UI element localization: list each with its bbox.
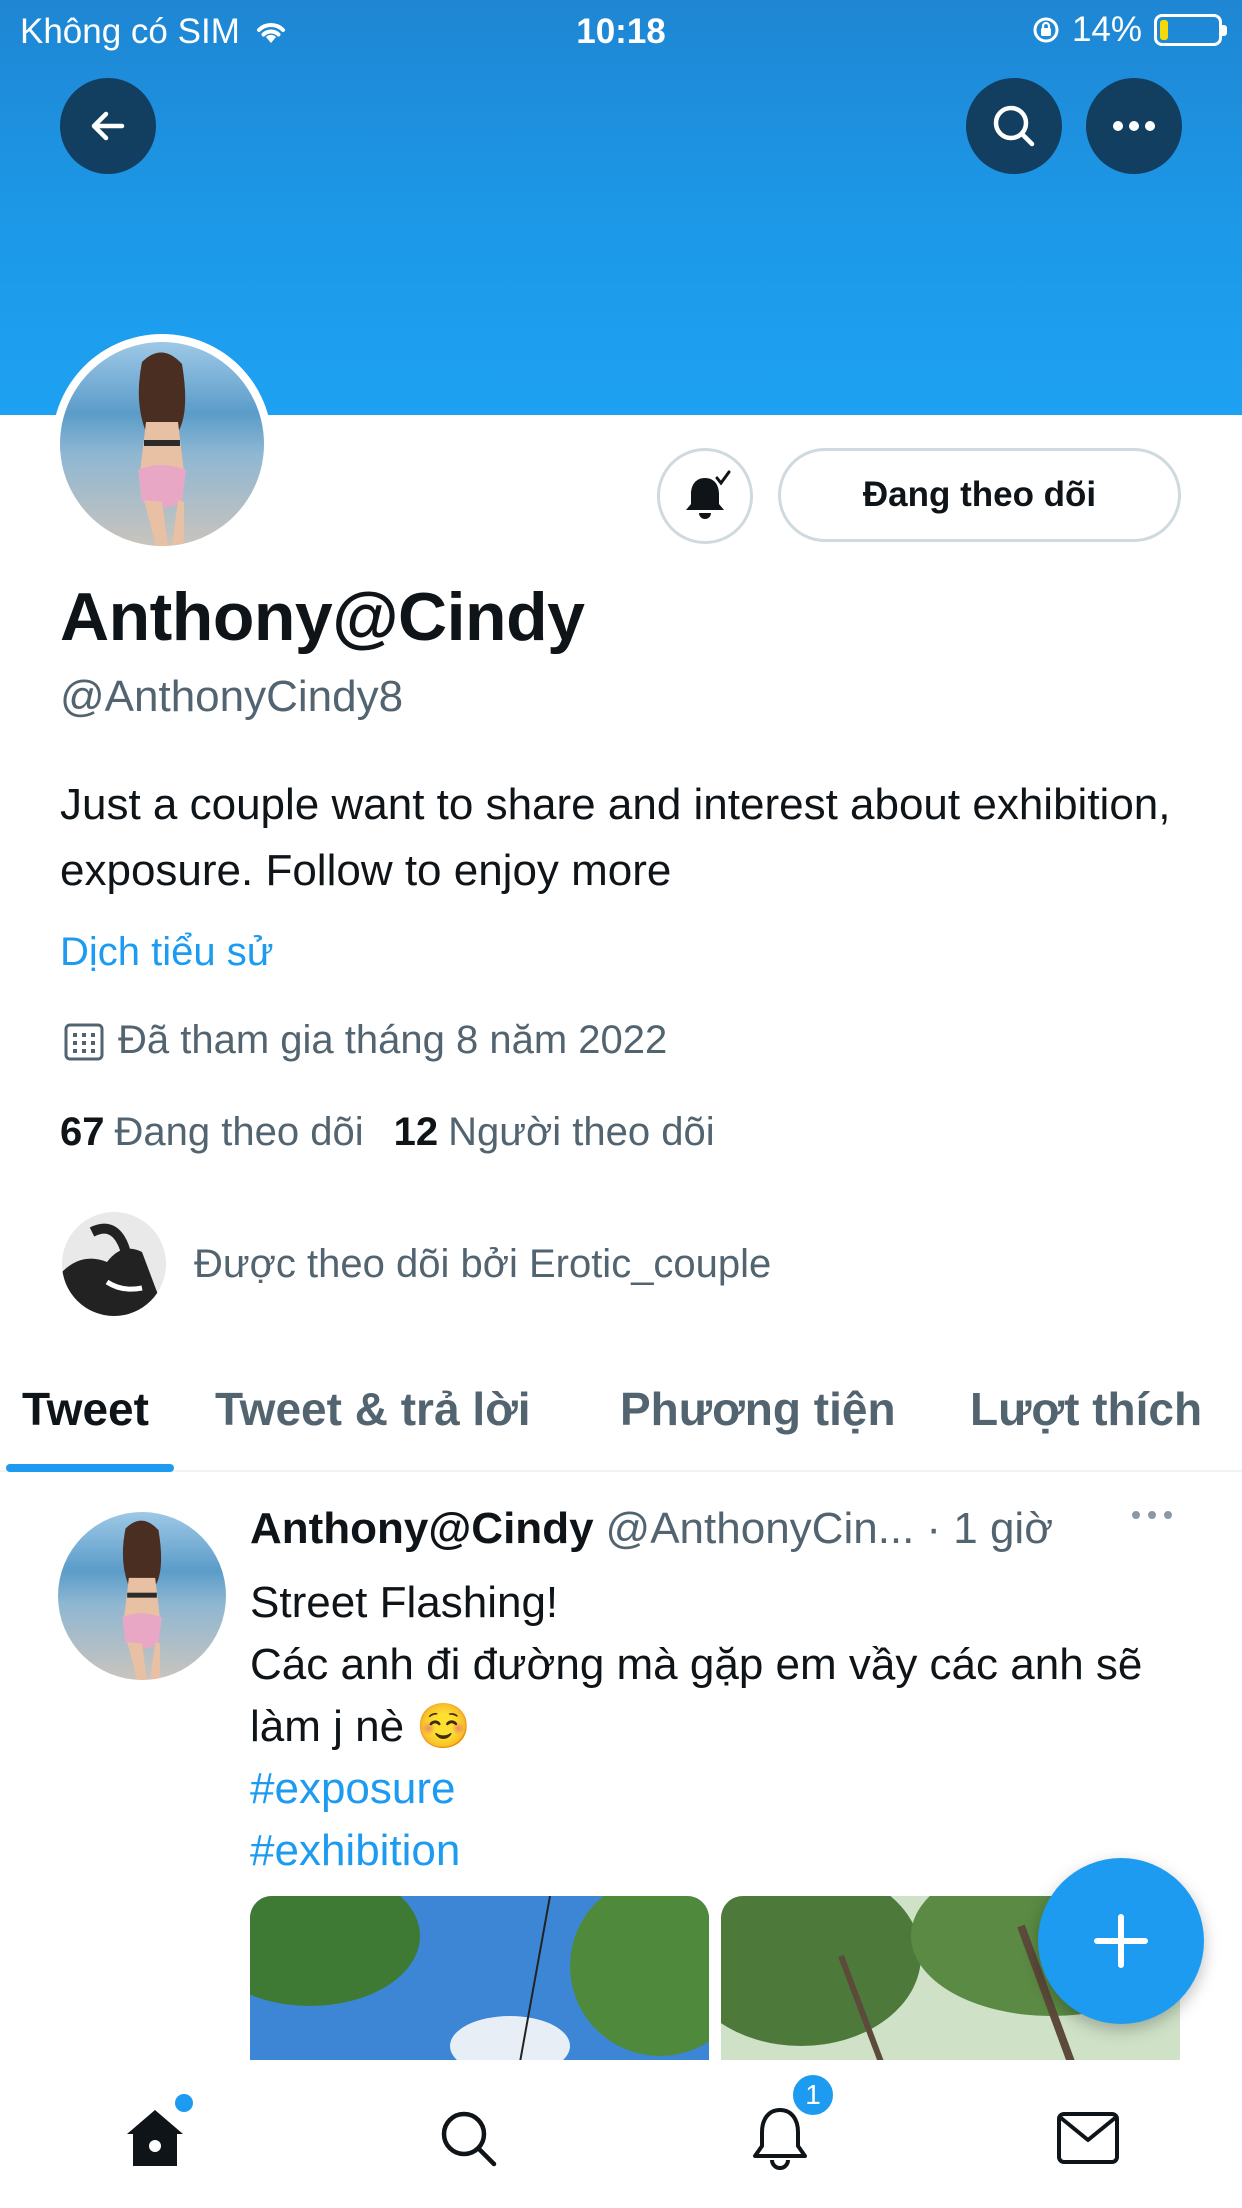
translate-bio-link[interactable]: Dịch tiểu sử — [60, 930, 274, 975]
more-horizontal-icon — [1113, 121, 1155, 131]
followers-count: 12 — [393, 1110, 439, 1154]
tweet-line-2: Các anh đi đường mà gặp em vầy các anh s… — [250, 1640, 1143, 1751]
nav-messages[interactable] — [1048, 2098, 1128, 2178]
tweet-line-1: Street Flashing! — [250, 1578, 559, 1627]
tab-tweets[interactable]: Tweet — [22, 1382, 149, 1436]
following-stat[interactable]: 67 Đang theo dõi — [60, 1110, 364, 1155]
tab-media[interactable]: Phương tiện — [620, 1382, 896, 1436]
arrow-left-icon — [91, 111, 125, 141]
tweet-body: Street Flashing! Các anh đi đường mà gặp… — [250, 1572, 1180, 1882]
tweet-more-button[interactable] — [1130, 1508, 1174, 1526]
status-bar: Không có SIM 10:18 14% — [0, 0, 1242, 62]
following-count: 67 — [60, 1110, 105, 1154]
tweet-time: · 1 giờ — [926, 1504, 1054, 1553]
active-tab-indicator — [6, 1464, 174, 1472]
profile-tabs: Tweet Tweet & trả lời Phương tiện Lượt t… — [0, 1370, 1242, 1472]
notification-badge: 1 — [790, 2072, 836, 2118]
home-unread-dot — [175, 2094, 193, 2112]
tab-tweets-replies[interactable]: Tweet & trả lời — [215, 1382, 531, 1436]
followed-by-row[interactable]: Được theo dõi bởi Erotic_couple — [62, 1212, 771, 1316]
display-name: Anthony@Cindy — [60, 579, 585, 655]
nav-explore[interactable] — [428, 2098, 508, 2178]
battery-percent: 14% — [1071, 10, 1142, 49]
messages-icon — [1057, 2112, 1119, 2164]
following-button[interactable]: Đang theo dõi — [778, 448, 1181, 542]
followers-label: Người theo dõi — [448, 1110, 715, 1154]
orientation-lock-icon — [1033, 17, 1059, 43]
more-horizontal-icon — [1132, 1511, 1172, 1519]
compose-tweet-button[interactable] — [1038, 1858, 1204, 2024]
battery-icon — [1154, 14, 1227, 46]
tweet-author-name[interactable]: Anthony@Cindy — [250, 1504, 594, 1554]
joined-label: Đã tham gia tháng 8 năm 2022 — [118, 1018, 668, 1062]
search-icon — [441, 2111, 497, 2167]
back-button[interactable] — [60, 78, 156, 174]
profile-avatar[interactable] — [52, 334, 272, 554]
search-icon — [993, 105, 1035, 147]
nav-home[interactable] — [115, 2094, 195, 2178]
tweet-author-handle: @AnthonyCin... — [605, 1504, 915, 1553]
following-label: Đang theo dõi — [114, 1110, 364, 1154]
nav-notifications[interactable]: 1 — [740, 2072, 836, 2178]
joined-date: Đã tham gia tháng 8 năm 2022 — [62, 1018, 667, 1063]
bottom-nav: 1 — [0, 2060, 1242, 2208]
tweet-header: Anthony@Cindy @AnthonyCin... · 1 giờ — [250, 1504, 1053, 1554]
follow-stats: 67 Đang theo dõi 12 Người theo dõi — [60, 1110, 715, 1155]
more-options-button[interactable] — [1086, 78, 1182, 174]
tweet-avatar[interactable] — [58, 1512, 226, 1680]
profile-bio: Just a couple want to share and interest… — [60, 780, 1171, 895]
notifications-toggle-button[interactable] — [657, 448, 753, 544]
follower-avatar — [62, 1212, 166, 1316]
tweet-photo[interactable] — [250, 1896, 709, 2062]
followers-stat[interactable]: 12 Người theo dõi — [394, 1110, 715, 1155]
followed-by-label: Được theo dõi bởi Erotic_couple — [194, 1241, 772, 1286]
hashtag-link[interactable]: #exhibition — [250, 1820, 1180, 1882]
tab-likes[interactable]: Lượt thích — [970, 1382, 1202, 1436]
search-button[interactable] — [966, 78, 1062, 174]
avatar-photo — [60, 342, 264, 546]
bell-check-icon — [686, 470, 731, 519]
plus-icon — [1094, 1914, 1148, 1968]
battery-level — [1160, 20, 1168, 40]
home-icon — [127, 2110, 183, 2166]
user-handle: @AnthonyCindy8 — [60, 672, 404, 721]
calendar-icon — [64, 1023, 104, 1060]
hashtag-link[interactable]: #exposure — [250, 1758, 1180, 1820]
